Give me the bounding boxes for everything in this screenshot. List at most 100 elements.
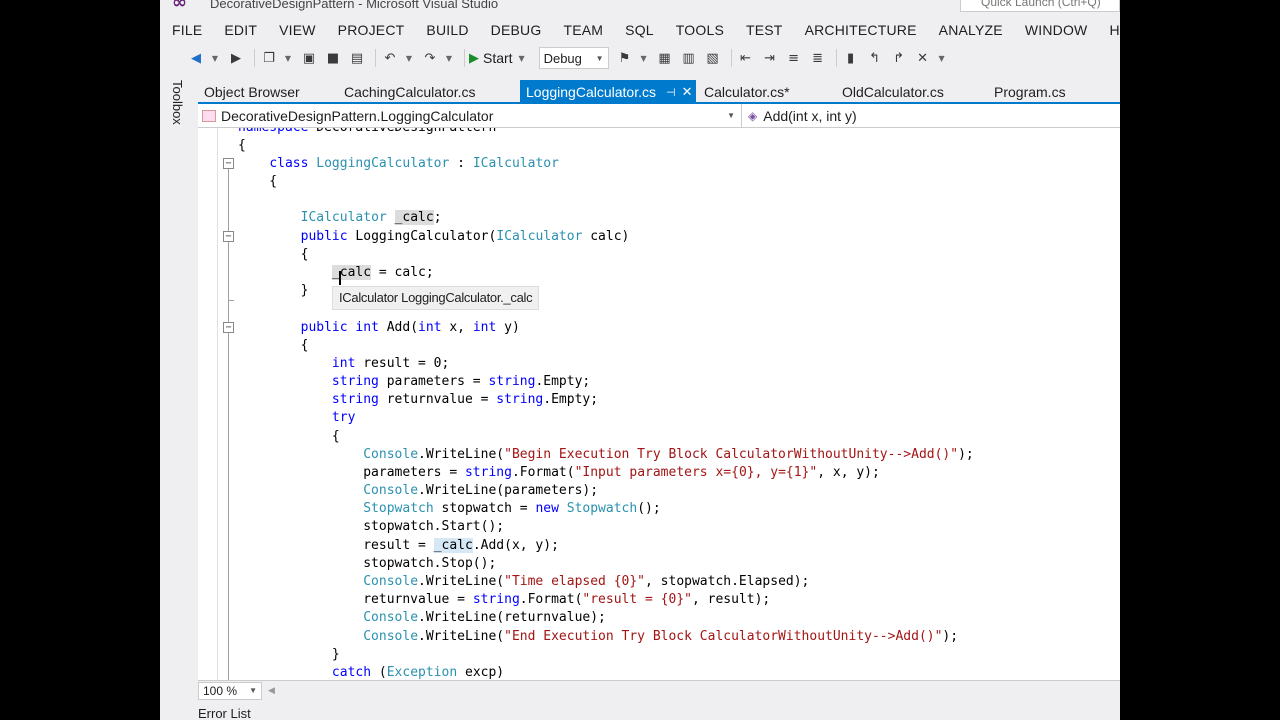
save-icon[interactable]: ■ — [323, 48, 343, 68]
chevron-down-icon[interactable]: ▼ — [639, 48, 649, 68]
menu-test[interactable]: TEST — [735, 22, 794, 38]
clear-bookmarks-icon[interactable]: ✕ — [913, 48, 933, 68]
tab-logging-calculator[interactable]: LoggingCalculator.cs ⊣ ✕ — [520, 80, 696, 104]
collapse-class-icon[interactable]: − — [223, 158, 234, 169]
visual-studio-logo-icon: ∞ — [172, 0, 187, 13]
toolbar-separator — [254, 49, 255, 67]
document-tab-well: Object Browser CachingCalculator.cs Logg… — [198, 80, 1120, 104]
previous-bookmark-icon[interactable]: ↰ — [865, 48, 885, 68]
code-line: stopwatch.Stop(); — [238, 556, 497, 571]
zoom-level-select[interactable]: 100 % ▼ — [198, 681, 262, 700]
close-icon[interactable]: ✕ — [682, 85, 693, 100]
chevron-down-icon[interactable]: ▼ — [517, 48, 527, 68]
collapse-constructor-icon[interactable]: − — [223, 231, 234, 242]
quick-info-tooltip: ICalculator LoggingCalculator._calc — [332, 286, 540, 310]
chevron-down-icon[interactable]: ▼ — [404, 48, 414, 68]
tab-program[interactable]: Program.cs — [988, 80, 1072, 104]
tab-caching-calculator[interactable]: CachingCalculator.cs — [338, 80, 482, 104]
code-line: Console.WriteLine(returnvalue); — [363, 610, 606, 625]
menu-debug[interactable]: DEBUG — [480, 22, 553, 38]
menu-tools[interactable]: TOOLS — [665, 22, 735, 38]
navigate-back-icon[interactable]: ◀ — [186, 48, 206, 68]
menu-project[interactable]: PROJECT — [327, 22, 416, 38]
open-file-icon[interactable]: ▣ — [299, 48, 319, 68]
menu-team[interactable]: TEAM — [552, 22, 614, 38]
class-icon — [202, 109, 216, 122]
menu-file[interactable]: FILE — [160, 22, 213, 38]
code-line: { — [238, 247, 309, 262]
uncomment-icon[interactable]: ≣ — [808, 48, 828, 68]
type-selector[interactable]: DecorativeDesignPattern.LoggingCalculato… — [198, 104, 742, 127]
menu-architecture[interactable]: ARCHITECTURE — [794, 22, 928, 38]
quick-launch-input[interactable]: Quick Launch (Ctrl+Q) — [960, 0, 1120, 12]
menu-sql[interactable]: SQL — [614, 22, 665, 38]
tab-label: CachingCalculator.cs — [344, 84, 476, 100]
indent-icon[interactable]: ⇥ — [760, 48, 780, 68]
menu-analyze[interactable]: ANALYZE — [928, 22, 1014, 38]
menu-view[interactable]: VIEW — [268, 22, 327, 38]
code-line: stopwatch.Start(); — [238, 519, 505, 534]
toolbox-strip: Toolbox — [160, 76, 194, 696]
menu-edit[interactable]: EDIT — [213, 22, 268, 38]
code-line: _calc = calc; — [331, 265, 434, 280]
toolbar-separator — [375, 49, 376, 67]
code-line: Console.WriteLine("Time elapsed {0}", st… — [363, 574, 810, 589]
tab-calculator[interactable]: Calculator.cs* — [698, 80, 796, 104]
chevron-down-icon: ▼ — [595, 53, 604, 63]
tab-error-list[interactable]: Error List — [198, 706, 251, 720]
pin-icon[interactable]: ⊣ — [666, 86, 676, 99]
tab-label: Calculator.cs* — [704, 84, 790, 100]
outline-guide — [228, 168, 229, 680]
tab-object-browser[interactable]: Object Browser — [198, 80, 306, 104]
code-line: Console.WriteLine("Begin Execution Try B… — [363, 447, 974, 462]
parameter-info-icon[interactable]: ▥ — [679, 48, 699, 68]
tab-label: Program.cs — [994, 84, 1066, 100]
next-bookmark-icon[interactable]: ↱ — [889, 48, 909, 68]
save-all-icon[interactable]: ▤ — [347, 48, 367, 68]
code-line: } — [238, 283, 309, 298]
code-line: { — [238, 429, 340, 444]
start-debugging-button[interactable]: ▶ Start — [469, 50, 513, 66]
chevron-down-icon[interactable]: ▼ — [444, 48, 454, 68]
member-selector[interactable]: ◈ Add(int x, int y) — [746, 104, 1120, 127]
code-line: } — [238, 647, 340, 662]
member-selector-value: Add(int x, int y) — [763, 107, 857, 124]
outdent-icon[interactable]: ⇤ — [736, 48, 756, 68]
toolbar-separator — [835, 49, 837, 67]
code-line: ICalculator _calc; — [300, 210, 442, 225]
chevron-down-icon: ▼ — [727, 111, 735, 120]
code-line: class LoggingCalculator : ICalculator — [269, 156, 559, 171]
code-line: string parameters = string.Empty; — [331, 374, 591, 389]
scroll-left-icon[interactable]: ◀ — [268, 685, 275, 696]
code-line: result = _calc.Add(x, y); — [238, 538, 559, 553]
toolbar-overflow-icon[interactable]: ▼ — [937, 48, 947, 68]
menu-build[interactable]: BUILD — [415, 22, 479, 38]
find-in-files-icon[interactable]: ⚑ — [615, 48, 635, 68]
bookmark-icon[interactable]: ▮ — [841, 48, 861, 68]
zoom-value: 100 % — [203, 683, 238, 698]
complete-word-icon[interactable]: ▧ — [703, 48, 723, 68]
navigate-forward-icon[interactable]: ▶ — [226, 48, 246, 68]
comment-icon[interactable]: ≡ — [784, 48, 804, 68]
code-line: returnvalue = string.Format("result = {0… — [238, 592, 771, 607]
redo-icon[interactable]: ↷ — [420, 48, 440, 68]
code-line: Stopwatch stopwatch = new Stopwatch(); — [363, 501, 661, 516]
play-icon: ▶ — [469, 50, 479, 66]
standard-toolbar: ◀ ▼ ▶ ❐ ▼ ▣ ■ ▤ ↶ ▼ ↷ ▼ ▶ Start ▼ Debug … — [160, 44, 1120, 72]
tab-old-calculator[interactable]: OldCalculator.cs — [836, 80, 950, 104]
solution-configuration-select[interactable]: Debug ▼ — [538, 47, 609, 69]
menu-window[interactable]: WINDOW — [1014, 22, 1099, 38]
quick-info-icon[interactable]: ▦ — [655, 48, 675, 68]
toolbox-tab[interactable]: Toolbox — [170, 80, 185, 125]
chevron-down-icon: ▼ — [249, 686, 257, 695]
code-editor[interactable]: − − − namespace DecorativeDesignPattern … — [198, 128, 1120, 680]
collapse-method-icon[interactable]: − — [223, 322, 234, 333]
code-line: { — [238, 338, 309, 353]
chevron-down-icon[interactable]: ▼ — [210, 48, 220, 68]
menu-help[interactable]: HELP — [1098, 22, 1120, 38]
code-line: { — [238, 174, 278, 189]
type-selector-value: DecorativeDesignPattern.LoggingCalculato… — [221, 107, 494, 124]
undo-icon[interactable]: ↶ — [380, 48, 400, 68]
chevron-down-icon[interactable]: ▼ — [283, 48, 293, 68]
new-project-icon[interactable]: ❐ — [259, 48, 279, 68]
